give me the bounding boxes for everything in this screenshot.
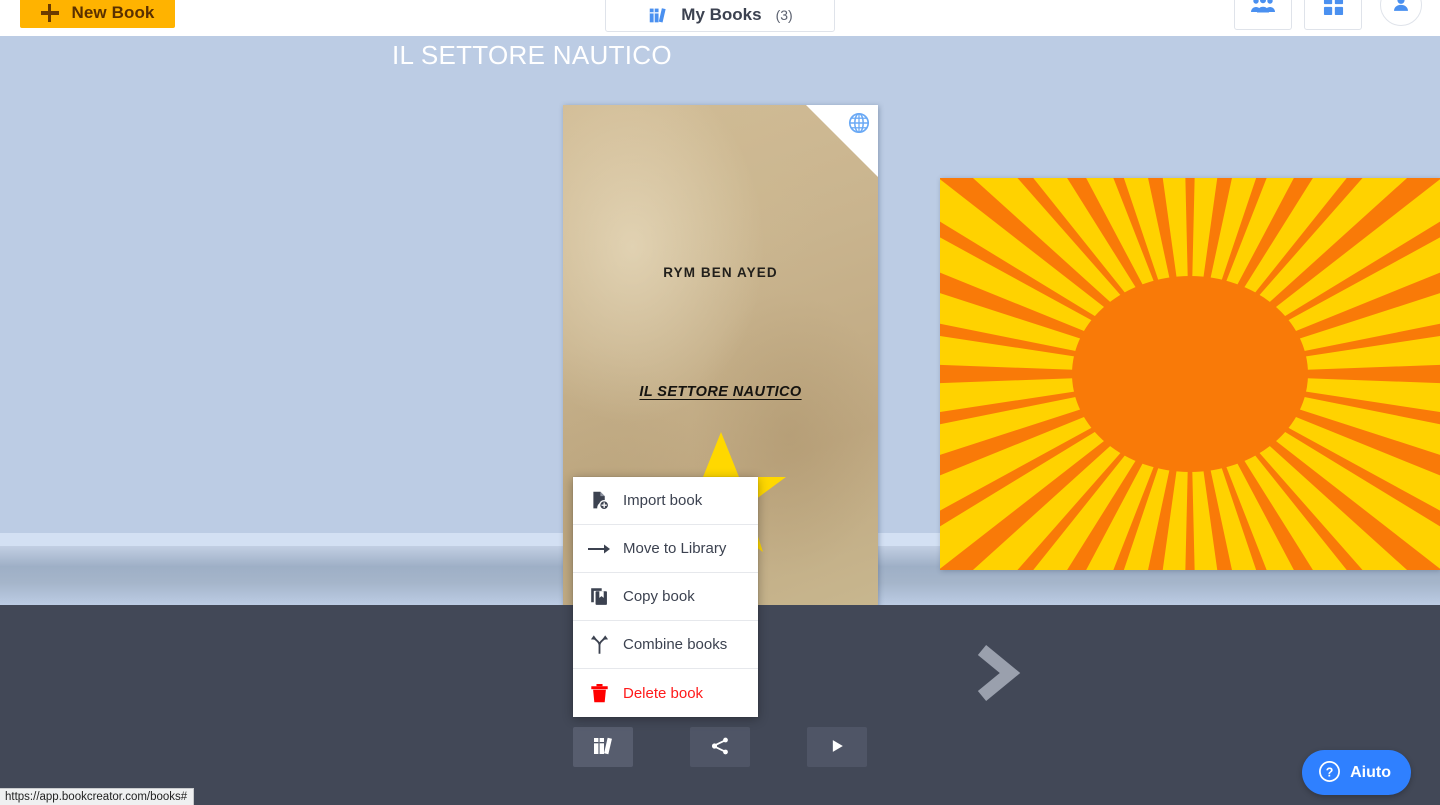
menu-item-label: Delete book [623, 684, 704, 702]
share-icon [709, 735, 731, 760]
menu-item-label: Combine books [623, 636, 728, 653]
tab-my-books[interactable]: My Books (3) [605, 0, 835, 32]
top-bar-right-actions [1234, 0, 1422, 30]
apps-grid-button[interactable] [1304, 0, 1362, 30]
book-context-menu: Import book Move to Library Copy book Co… [573, 477, 758, 717]
book-cover-sunburst[interactable] [940, 178, 1440, 570]
play-icon [827, 736, 847, 759]
svg-text:?: ? [1326, 765, 1334, 779]
user-avatar-icon [1390, 0, 1412, 18]
status-bar-url: https://app.bookcreator.com/books# [5, 791, 188, 803]
new-book-label: New Book [71, 3, 155, 22]
menu-item-label: Import book [623, 492, 703, 509]
apps-grid-icon [1323, 0, 1344, 19]
book-creator-app: RYM BEN AYED IL SETTORE NAUTICO IL SETTO… [0, 0, 1440, 805]
top-bar: New Book My Books (3) [0, 0, 1440, 36]
book-action-row [573, 727, 867, 767]
book-cover-author: RYM BEN AYED [663, 265, 778, 280]
people-button[interactable] [1234, 0, 1292, 30]
question-circle-icon: ? [1318, 760, 1341, 786]
menu-item-label: Move to Library [623, 540, 727, 557]
help-button[interactable]: ? Aiuto [1302, 750, 1411, 795]
help-label: Aiuto [1350, 763, 1391, 781]
new-book-button[interactable]: New Book [20, 0, 175, 28]
tab-my-books-label: My Books [681, 5, 762, 24]
books-icon [647, 4, 669, 26]
menu-item-combine-books[interactable]: Combine books [573, 621, 758, 669]
merge-icon [587, 633, 611, 657]
books-icon [591, 734, 615, 761]
book-detail-title: IL SETTORE NAUTICO [392, 40, 672, 70]
public-book-corner [806, 105, 878, 177]
tab-my-books-count: (3) [775, 7, 793, 23]
play-button[interactable] [807, 727, 867, 767]
book-cover-title: IL SETTORE NAUTICO [639, 384, 802, 400]
people-group-icon [1250, 0, 1276, 19]
library-button[interactable] [573, 727, 633, 767]
menu-item-label: Copy book [623, 588, 695, 605]
copy-book-icon [587, 585, 611, 609]
menu-item-move-to-library[interactable]: Move to Library [573, 525, 758, 573]
file-import-icon [587, 489, 611, 513]
trash-icon [587, 681, 611, 705]
share-button[interactable] [690, 727, 750, 767]
menu-item-import-book[interactable]: Import book [573, 477, 758, 525]
globe-icon [847, 111, 871, 140]
arrow-right-icon [587, 537, 611, 561]
next-book-arrow[interactable] [965, 640, 1025, 706]
status-bar: https://app.bookcreator.com/books# [0, 788, 195, 805]
menu-item-delete-book[interactable]: Delete book [573, 669, 758, 717]
plus-icon [40, 4, 59, 22]
menu-item-copy-book[interactable]: Copy book [573, 573, 758, 621]
user-avatar-button[interactable] [1380, 0, 1422, 26]
